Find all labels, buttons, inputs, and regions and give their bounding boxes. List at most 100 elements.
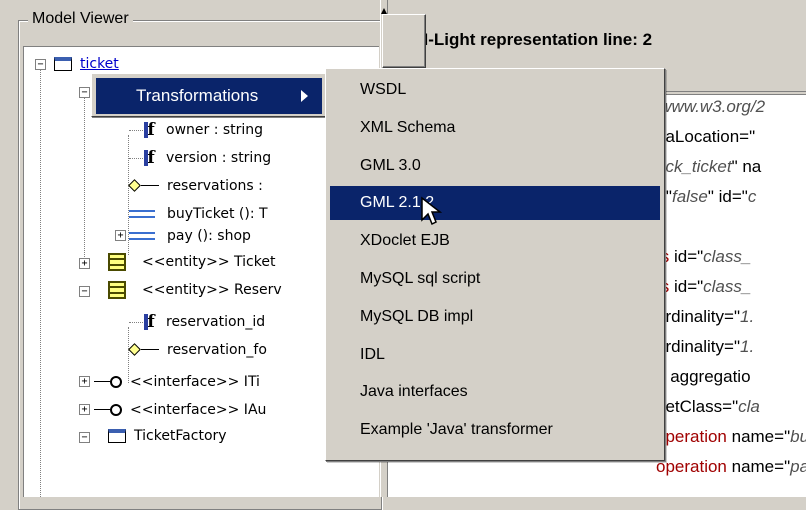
tree-item-label: <<entity>> Ticket: [142, 254, 276, 270]
code-token: ardinality=": [656, 337, 740, 356]
code-token: cla: [738, 397, 760, 416]
submenu-item-label: XML Schema: [360, 118, 456, 136]
tree-item-label: <<interface>> ITi: [130, 374, 260, 390]
package-icon: [108, 429, 126, 443]
tree-connector: [129, 322, 143, 323]
code-token: class_: [703, 277, 752, 296]
tree-item-reservation-id[interactable]: f reservation_id: [144, 310, 265, 334]
tree-connector: [129, 130, 143, 131]
xmi-title: XMI-Light representation line: 2: [398, 30, 653, 49]
code-token: 'www.w3.org/2: [656, 97, 766, 116]
code-line: 'www.w3.org/2: [656, 97, 765, 117]
code-line: operation name="buyT: [656, 427, 806, 447]
code-line: ack_ticket" na: [656, 157, 761, 177]
code-token: naLocation=": [656, 127, 756, 146]
code-token: buyT: [790, 427, 806, 446]
tree-item-label: <<entity>> Reserv: [142, 282, 282, 298]
code-token: class_: [703, 247, 752, 266]
expand-interface-iti-toggle[interactable]: +: [79, 376, 90, 387]
expand-pay-toggle[interactable]: +: [115, 230, 126, 241]
code-token: id=": [669, 247, 704, 266]
method-icon: [129, 230, 159, 242]
collapse-reservation-entity-toggle[interactable]: −: [79, 286, 90, 297]
code-token: id=": [669, 277, 704, 296]
code-line: getClass="cla: [656, 397, 760, 417]
submenu-item-label: GML 3.0: [360, 156, 421, 174]
code-token: ack_ticket: [656, 157, 732, 176]
tree-guide-line: [40, 69, 41, 497]
tree-item-buyticket[interactable]: buyTicket (): T: [129, 202, 268, 226]
tree-item-ticket-entity[interactable]: <<entity>> Ticket: [108, 250, 275, 274]
submenu-item-xml-schema[interactable]: XML Schema: [330, 111, 660, 145]
tree-item-label: pay (): shop: [167, 228, 251, 244]
tree-item-interface-iau[interactable]: <<interface>> IAu: [94, 398, 266, 422]
expand-interface-iau-toggle[interactable]: +: [79, 404, 90, 415]
submenu-item-java-interfaces[interactable]: Java interfaces: [330, 375, 660, 409]
submenu-arrow-icon: [301, 90, 308, 102]
collapse-class-toggle[interactable]: −: [79, 87, 90, 98]
tree-item-interface-iti[interactable]: <<interface>> ITi: [94, 370, 260, 394]
code-token: 1.: [740, 337, 755, 356]
xmi-action-button[interactable]: [382, 14, 426, 68]
tree-item-label: ticket: [80, 56, 119, 72]
collapse-ticket-toggle[interactable]: −: [35, 59, 46, 70]
submenu-item-mysql-sql-script[interactable]: MySQL sql script: [330, 262, 660, 296]
collapse-ticketfactory-toggle[interactable]: −: [79, 432, 90, 443]
association-icon: [129, 180, 159, 192]
tree-item-label: reservation_id: [166, 314, 266, 330]
tree-item-label: buyTicket (): T: [167, 206, 268, 222]
tree-item-reservation-fo[interactable]: reservation_fo: [129, 338, 267, 362]
submenu-item-example-java-transformer[interactable]: Example 'Java' transformer: [330, 413, 660, 447]
code-token: c: [747, 187, 757, 206]
submenu-item-idl[interactable]: IDL: [330, 338, 660, 372]
code-token: 1.: [740, 307, 755, 326]
code-line: ="false" id="c: [656, 187, 756, 207]
code-line: ts id="class_: [656, 247, 751, 267]
interface-icon: [94, 376, 122, 388]
submenu-item-label: Java interfaces: [360, 383, 468, 401]
entity-icon: [108, 281, 126, 299]
submenu-item-gml-3-0[interactable]: GML 3.0: [330, 149, 660, 183]
code-line: operation name="pay": [656, 457, 806, 477]
code-token: " id=": [707, 187, 748, 206]
submenu-item-label: GML 2.1.2: [360, 194, 435, 212]
code-token: name=": [726, 427, 791, 446]
submenu-item-wsdl[interactable]: WSDL: [330, 73, 660, 107]
field-icon: f: [144, 121, 158, 139]
code-token: operation: [656, 457, 727, 476]
tree-item-pay[interactable]: pay (): shop: [129, 224, 251, 248]
tree-item-label: <<interface>> IAu: [130, 402, 267, 418]
code-token: pay: [790, 457, 806, 476]
tree-connector: [129, 158, 143, 159]
tree-item-label: owner : string: [166, 122, 264, 138]
tree-item-reservations[interactable]: reservations :: [129, 174, 263, 198]
field-icon: f: [144, 149, 158, 167]
entity-icon: [108, 253, 126, 271]
menu-item-transformations[interactable]: Transformations: [96, 78, 322, 114]
menu-item-label: Transformations: [136, 86, 259, 105]
code-token: operation: [656, 427, 727, 446]
submenu-item-label: XDoclet EJB: [360, 232, 450, 250]
model-viewer-title: Model Viewer: [28, 10, 133, 28]
code-token: " na: [731, 157, 762, 176]
context-menu: Transformations: [91, 73, 329, 117]
field-icon: f: [144, 313, 158, 331]
tree-item-label: TicketFactory: [134, 428, 227, 444]
tree-item-reservation-entity[interactable]: <<entity>> Reserv: [108, 278, 282, 302]
tree-item-ticketfactory[interactable]: TicketFactory: [108, 424, 227, 448]
tree-item-label: reservations :: [167, 178, 263, 194]
tree-item-label: reservation_fo: [167, 342, 267, 358]
submenu-item-mysql-db-impl[interactable]: MySQL DB impl: [330, 300, 660, 334]
submenu-item-gml-2-1-2[interactable]: GML 2.1.2: [330, 186, 660, 221]
code-line: ardinality="1.: [656, 337, 754, 357]
submenu-item-label: IDL: [360, 345, 385, 363]
tree-item-owner[interactable]: f owner : string: [144, 118, 263, 142]
tree-item-version[interactable]: f version : string: [144, 146, 271, 170]
code-token: name=": [726, 457, 791, 476]
submenu-item-xdoclet-ejb[interactable]: XDoclet EJB: [330, 224, 660, 258]
code-line: naLocation=": [656, 127, 755, 147]
code-line: n aggregatio: [656, 367, 751, 387]
submenu-item-label: MySQL sql script: [360, 270, 481, 287]
expand-ticket-entity-toggle[interactable]: +: [79, 258, 90, 269]
code-token: getClass=": [656, 397, 739, 416]
